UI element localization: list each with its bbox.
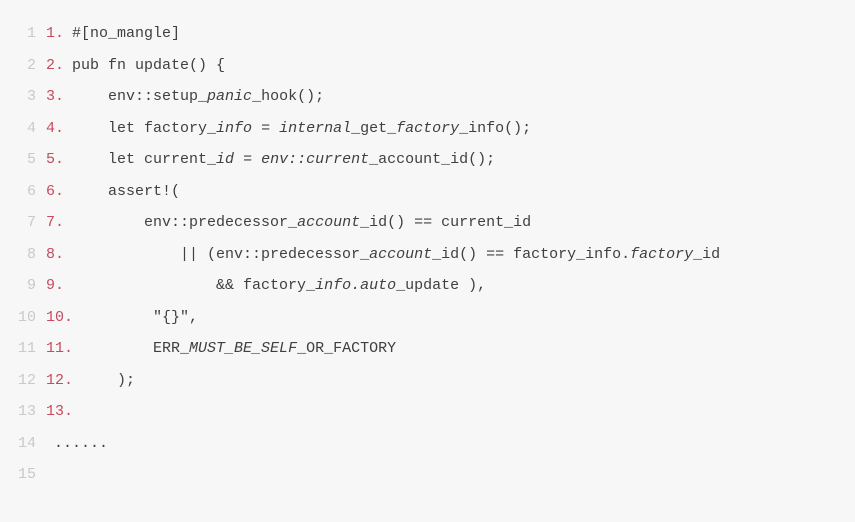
code-line: 11.#[no_mangle] xyxy=(0,18,855,50)
code-text: env::predecessor_account_id() == current… xyxy=(72,207,531,239)
list-ordinal: 4. xyxy=(46,113,72,145)
line-number: 4 xyxy=(0,113,46,145)
code-line: 22.pub fn update() { xyxy=(0,50,855,82)
line-number: 9 xyxy=(0,270,46,302)
line-number: 7 xyxy=(0,207,46,239)
line-number: 11 xyxy=(0,333,46,365)
line-number: 14 xyxy=(0,428,46,460)
list-ordinal: 3. xyxy=(46,81,72,113)
code-line: 88. || (env::predecessor_account_id() ==… xyxy=(0,239,855,271)
list-ordinal: 11. xyxy=(46,333,81,365)
line-number: 1 xyxy=(0,18,46,50)
list-ordinal: 2. xyxy=(46,50,72,82)
code-text: assert!( xyxy=(72,176,180,208)
list-ordinal: 7. xyxy=(46,207,72,239)
line-number: 5 xyxy=(0,144,46,176)
list-ordinal: 9. xyxy=(46,270,72,302)
code-block: 11.#[no_mangle]22.pub fn update() {33. e… xyxy=(0,0,855,509)
list-ordinal: 5. xyxy=(46,144,72,176)
line-number: 12 xyxy=(0,365,46,397)
code-line: 44. let factory_info = internal_get_fact… xyxy=(0,113,855,145)
code-text: ); xyxy=(81,365,135,397)
line-number: 3 xyxy=(0,81,46,113)
list-ordinal: 8. xyxy=(46,239,72,271)
code-text: ...... xyxy=(54,428,108,460)
code-text: let current_id = env::current_account_id… xyxy=(72,144,495,176)
code-line: 1313. xyxy=(0,396,855,428)
line-number: 15 xyxy=(0,459,46,491)
code-text: && factory_info.auto_update ), xyxy=(72,270,486,302)
code-text: || (env::predecessor_account_id() == fac… xyxy=(72,239,720,271)
code-line: 55. let current_id = env::current_accoun… xyxy=(0,144,855,176)
code-text: "{}", xyxy=(81,302,198,334)
code-line: 99. && factory_info.auto_update ), xyxy=(0,270,855,302)
code-text: let factory_info = internal_get_factory_… xyxy=(72,113,531,145)
list-ordinal: 12. xyxy=(46,365,81,397)
code-text: pub fn update() { xyxy=(72,50,225,82)
line-number: 8 xyxy=(0,239,46,271)
code-line: 1111. ERR_MUST_BE_SELF_OR_FACTORY xyxy=(0,333,855,365)
list-ordinal: 6. xyxy=(46,176,72,208)
code-text: env::setup_panic_hook(); xyxy=(72,81,324,113)
code-line: 66. assert!( xyxy=(0,176,855,208)
code-line: 77. env::predecessor_account_id() == cur… xyxy=(0,207,855,239)
code-line: 1212. ); xyxy=(0,365,855,397)
list-ordinal: 1. xyxy=(46,18,72,50)
list-ordinal: 13. xyxy=(46,396,81,428)
code-line: 33. env::setup_panic_hook(); xyxy=(0,81,855,113)
list-ordinal: 10. xyxy=(46,302,81,334)
code-line: 14...... xyxy=(0,428,855,460)
line-number: 2 xyxy=(0,50,46,82)
code-text: #[no_mangle] xyxy=(72,18,180,50)
line-number: 13 xyxy=(0,396,46,428)
code-text: ERR_MUST_BE_SELF_OR_FACTORY xyxy=(81,333,396,365)
code-line: 1010. "{}", xyxy=(0,302,855,334)
code-line: 15 xyxy=(0,459,855,491)
line-number: 10 xyxy=(0,302,46,334)
line-number: 6 xyxy=(0,176,46,208)
